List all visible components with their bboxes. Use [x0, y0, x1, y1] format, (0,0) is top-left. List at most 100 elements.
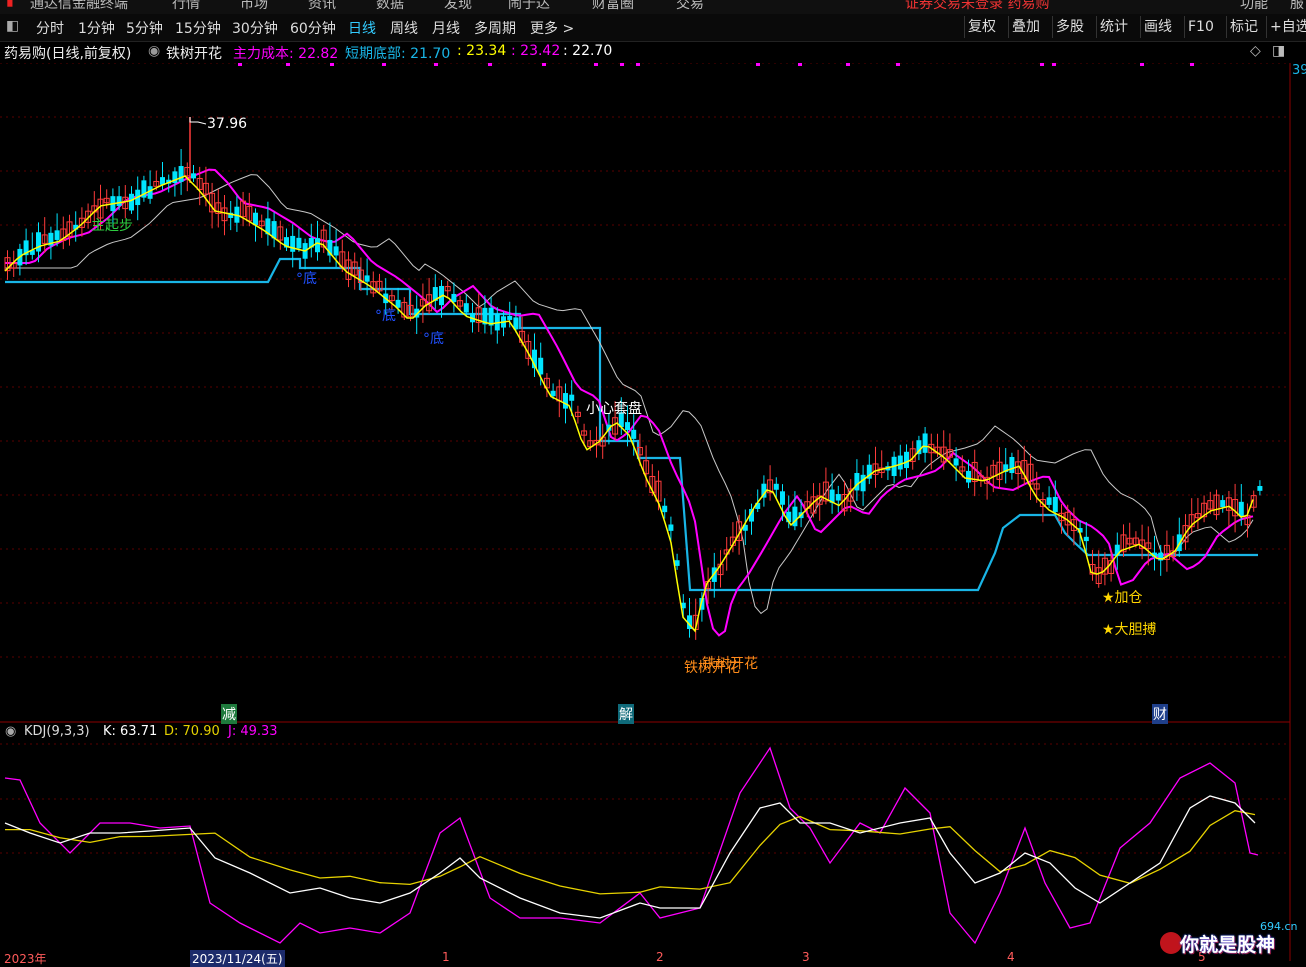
- app-title: 通达信金融终端: [30, 0, 128, 12]
- tool-zixuan[interactable]: +自选: [1266, 16, 1306, 38]
- stock-name[interactable]: 药易购(日线,前复权): [4, 43, 131, 63]
- menu-shuju[interactable]: 数据: [376, 0, 404, 13]
- signal-dot: [1190, 63, 1194, 66]
- reduce-event-icon[interactable]: 减: [221, 704, 237, 724]
- period-15min[interactable]: 15分钟: [175, 18, 221, 38]
- candle-body: [1238, 501, 1244, 517]
- panel-toggle-icon[interactable]: ◧: [6, 18, 19, 34]
- menu-jiaoyi[interactable]: 交易: [676, 0, 704, 13]
- kline-chart[interactable]: [0, 63, 1306, 961]
- kdj-j-line: [4, 746, 1259, 945]
- period-daily[interactable]: 日线: [348, 18, 376, 38]
- menu-hangqing[interactable]: 行情: [172, 0, 200, 13]
- tool-huaxian[interactable]: 画线: [1140, 16, 1175, 38]
- signal-dot: [896, 63, 900, 66]
- candle-body: [538, 357, 544, 375]
- indicator-settings-icon[interactable]: ◉: [148, 43, 160, 59]
- candle-body: [1046, 497, 1052, 505]
- period-60min[interactable]: 60分钟: [290, 18, 336, 38]
- period-weekly[interactable]: 周线: [390, 18, 418, 38]
- signal-dot: [488, 63, 492, 66]
- diamond-icon[interactable]: ◇: [1250, 43, 1261, 59]
- candle-body: [315, 238, 320, 253]
- candle-body: [922, 433, 928, 453]
- candle-body: [116, 196, 122, 206]
- menu-caifuquan[interactable]: 财富圈: [592, 0, 634, 13]
- candle-body: [953, 458, 959, 466]
- signal-dot: [238, 63, 242, 66]
- period-more[interactable]: 更多 >: [530, 18, 574, 38]
- candle-body: [668, 524, 674, 531]
- candle-body: [631, 429, 637, 439]
- finance-event-icon[interactable]: 财: [1152, 704, 1168, 724]
- candle-body: [178, 166, 184, 182]
- tool-f10[interactable]: F10: [1184, 16, 1217, 38]
- period-toolbar: ◧ 分时 1分钟 5分钟 15分钟 30分钟 60分钟 日线 周线 月线 多周期…: [0, 14, 1306, 42]
- bottom-signal-1: °底: [296, 271, 317, 287]
- signal-dot: [846, 63, 850, 66]
- tieshu-signal-2: 铁树开花: [684, 660, 740, 676]
- indicator-value-4: : 23.42: [511, 43, 561, 59]
- period-multi[interactable]: 多周期: [474, 18, 516, 38]
- period-30min[interactable]: 30分钟: [232, 18, 278, 38]
- tool-diejia[interactable]: 叠加: [1008, 16, 1043, 38]
- kdj-d-value: D: 70.90: [164, 724, 220, 739]
- high-price-label: 37.96: [207, 116, 248, 132]
- menu-shichang[interactable]: 市场: [240, 0, 268, 13]
- kdj-toggle-icon[interactable]: ◉: [5, 724, 16, 739]
- candle-body: [1220, 500, 1226, 508]
- menu-zixun[interactable]: 资讯: [308, 0, 336, 13]
- candle-body: [780, 491, 785, 505]
- kdj-title[interactable]: KDJ(9,3,3): [24, 724, 90, 739]
- candle-body: [364, 275, 370, 282]
- menu-gongneng[interactable]: 功能: [1240, 0, 1268, 13]
- candle-body: [333, 246, 339, 256]
- tool-biaoji[interactable]: 标记: [1226, 16, 1261, 38]
- time-label-month-2: 2: [656, 950, 664, 964]
- app-logo-icon: ▮: [6, 0, 14, 9]
- period-monthly[interactable]: 月线: [432, 18, 460, 38]
- candle-body: [835, 494, 841, 501]
- tool-duogu[interactable]: 多股: [1052, 16, 1087, 38]
- candle-body: [129, 193, 134, 211]
- candle-body: [36, 232, 41, 252]
- ma-white-line: [5, 174, 1254, 615]
- candle-body: [773, 483, 779, 490]
- high-marker: [189, 117, 207, 125]
- unlock-event-icon[interactable]: 解: [618, 704, 634, 724]
- login-notice[interactable]: 证券交易未登录 药易购: [905, 0, 1049, 13]
- short-bottom-value: 短期底部: 21.70: [345, 46, 451, 62]
- period-1min[interactable]: 1分钟: [78, 18, 115, 38]
- menu-faxian[interactable]: 发现: [444, 0, 472, 13]
- kdj-d-line: [5, 810, 1256, 895]
- indicator-value-3: : 23.34: [457, 43, 507, 59]
- time-label-month-3: 3: [802, 950, 810, 964]
- candle-body: [904, 451, 909, 469]
- candle-body: [507, 315, 513, 320]
- signal-dot: [1140, 63, 1144, 66]
- kdj-j-value: J: 49.33: [228, 724, 278, 739]
- window-toggle-icon[interactable]: ◨: [1272, 43, 1285, 59]
- menu-wenda[interactable]: 闹于达: [508, 0, 550, 13]
- signal-dot: [286, 63, 290, 66]
- time-label-year: 2023年: [4, 952, 47, 966]
- indicator-name[interactable]: 铁树开花: [166, 43, 222, 63]
- candle-body: [563, 393, 568, 409]
- tool-fuquan[interactable]: 复权: [964, 16, 999, 38]
- tool-tongji[interactable]: 统计: [1096, 16, 1131, 38]
- candle-body: [290, 235, 296, 252]
- watermark-text: 你就是股神: [1180, 934, 1276, 956]
- signal-dot: [1052, 63, 1056, 66]
- candle-body: [550, 390, 556, 397]
- signal-dot: [542, 63, 546, 66]
- kdj-k-value: K: 63.71: [103, 724, 158, 739]
- time-label-month-4: 4: [1007, 950, 1015, 964]
- period-fenshi[interactable]: 分时: [36, 18, 64, 38]
- candle-body: [1009, 457, 1015, 474]
- candle-body: [253, 212, 258, 226]
- candle-body: [860, 474, 866, 492]
- period-5min[interactable]: 5分钟: [126, 18, 163, 38]
- menu-fu[interactable]: 服: [1290, 0, 1304, 13]
- time-label-month-1: 1: [442, 950, 450, 964]
- signal-dot: [756, 63, 760, 66]
